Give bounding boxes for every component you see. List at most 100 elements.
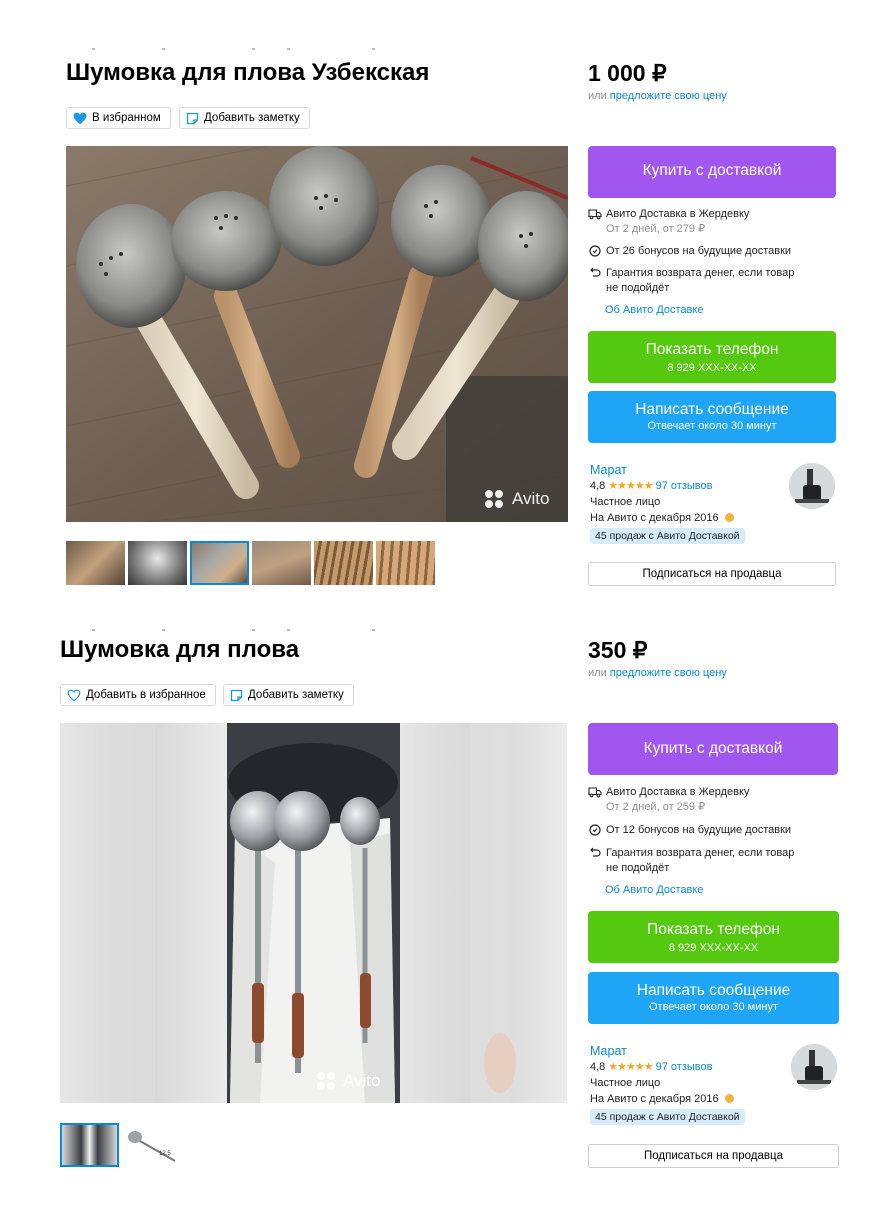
truck-icon xyxy=(588,209,602,220)
bonus-icon xyxy=(589,245,601,257)
offer-price: или предложите свою цену xyxy=(588,90,727,102)
show-phone-button[interactable]: Показать телефон 8 929 XXX-XX-XX xyxy=(588,331,836,383)
add-note-label: Добавить заметку xyxy=(204,112,300,124)
seller-since-row: На Авито с декабря 2016 xyxy=(590,510,785,526)
favorite-label: Добавить в избранное xyxy=(86,689,206,701)
seller-info: Марат 4,8 ★★★★★ 97 отзывов Частное лицо На… xyxy=(590,462,785,544)
bonus-text: От 12 бонусов на будущие доставки xyxy=(606,824,792,836)
add-note-button[interactable]: Добавить заметку xyxy=(179,107,310,129)
about-delivery-link[interactable]: Об Авито Доставке xyxy=(605,884,703,896)
bonus-text: От 26 бонусов на будущие доставки xyxy=(606,245,792,257)
rating-value: 4,8 xyxy=(590,480,606,492)
phone-number: 8 929 XXX-XX-XX xyxy=(667,362,757,374)
main-photo[interactable]: Avito xyxy=(66,146,568,522)
show-phone-label: Показать телефон xyxy=(647,921,780,938)
guarantee-line-2: не подойдёт xyxy=(606,862,670,874)
listing-2: Шумовка для плова Добавить в избранное Д… xyxy=(0,600,873,1227)
guarantee-line-1: Гарантия возврата денег, если товар xyxy=(606,267,795,279)
rating-value: 4,8 xyxy=(590,1061,606,1073)
truck-icon xyxy=(588,787,602,798)
thumbnail-caption: 12.5 xyxy=(159,1151,171,1157)
bonus-info: От 26 бонусов на будущие доставки xyxy=(588,244,836,260)
delivery-title: Авито Доставка в Жердевку xyxy=(606,208,750,220)
guarantee-line-1: Гарантия возврата денег, если товар xyxy=(606,847,795,859)
buy-label: Купить с доставкой xyxy=(642,162,782,179)
buy-with-delivery-button[interactable]: Купить с доставкой xyxy=(588,723,838,775)
heart-outline-icon xyxy=(67,689,81,701)
about-delivery-link[interactable]: Об Авито Доставке xyxy=(605,304,703,316)
thumbnail-strip: 12.5 xyxy=(60,1123,182,1167)
seller-avatar[interactable] xyxy=(789,463,835,509)
thumbnail-4[interactable] xyxy=(252,541,311,585)
seller-name[interactable]: Марат xyxy=(590,462,785,478)
seller-since: На Авито с декабря 2016 xyxy=(590,512,719,524)
return-icon xyxy=(590,847,601,857)
bonus-icon xyxy=(589,824,601,836)
breadcrumb xyxy=(92,629,382,632)
thumbnail-1[interactable] xyxy=(66,541,125,585)
favorite-button[interactable]: В избранном xyxy=(66,107,171,129)
delivery-info: Авито Доставка в Жердевку От 2 дней, от … xyxy=(588,207,836,237)
add-note-button[interactable]: Добавить заметку xyxy=(223,684,354,706)
avito-watermark: Avito xyxy=(512,489,550,508)
seller-avatar[interactable] xyxy=(791,1044,837,1090)
seller-rating-row: 4,8 ★★★★★ 97 отзывов xyxy=(590,478,785,494)
thumbnail-2[interactable] xyxy=(128,541,187,585)
thumbnail-6[interactable] xyxy=(376,541,435,585)
delivery-subtitle: От 2 дней, от 279 ₽ xyxy=(606,223,706,235)
buy-label: Купить с доставкой xyxy=(643,740,783,757)
page-title: Шумовка для плова Узбекская xyxy=(66,59,430,86)
price: 350 ₽ xyxy=(588,637,648,663)
write-message-label: Написать сообщение xyxy=(635,401,789,418)
write-message-button[interactable]: Написать сообщение Отвечает около 30 мин… xyxy=(588,972,839,1024)
medal-icon xyxy=(724,1094,734,1103)
delivery-subtitle: От 2 дней, от 259 ₽ xyxy=(606,801,706,813)
reviews-link[interactable]: 97 отзывов xyxy=(656,480,713,492)
buy-with-delivery-button[interactable]: Купить с доставкой xyxy=(588,146,836,198)
favorite-label: В избранном xyxy=(92,112,161,124)
medal-icon xyxy=(724,513,734,522)
reviews-link[interactable]: 97 отзывов xyxy=(656,1061,713,1073)
page-title: Шумовка для плова xyxy=(60,636,300,663)
thumbnail-5[interactable] xyxy=(314,541,373,585)
offer-price-link[interactable]: предложите свою цену xyxy=(610,667,727,679)
note-icon xyxy=(230,689,243,701)
sales-badge: 45 продаж с Авито Доставкой xyxy=(590,1109,745,1125)
write-message-button[interactable]: Написать сообщение Отвечает около 30 мин… xyxy=(588,391,836,443)
bonus-info: От 12 бонусов на будущие доставки xyxy=(588,823,836,839)
seller-since-row: На Авито с декабря 2016 xyxy=(590,1091,785,1107)
phone-number: 8 929 XXX-XX-XX xyxy=(668,942,759,954)
favorite-button[interactable]: Добавить в избранное xyxy=(60,684,216,706)
thumbnail-3[interactable] xyxy=(190,541,249,585)
seller-type: Частное лицо xyxy=(590,1077,661,1089)
note-icon xyxy=(186,112,199,124)
sidebar: Купить с доставкой Авито Доставка в Жерд… xyxy=(588,723,840,1183)
rating-stars: ★★★★★ xyxy=(608,1061,653,1073)
seller-name[interactable]: Марат xyxy=(590,1043,785,1059)
heart-icon xyxy=(73,112,87,124)
sidebar: Купить с доставкой Авито Доставка в Жерд… xyxy=(588,146,838,596)
subscribe-seller-button[interactable]: Подписаться на продавца xyxy=(588,1144,839,1168)
subscribe-seller-button[interactable]: Подписаться на продавца xyxy=(588,562,836,586)
write-message-label: Написать сообщение xyxy=(636,982,791,999)
offer-prefix: или xyxy=(588,90,607,102)
main-photo[interactable]: Avito xyxy=(60,723,567,1103)
show-phone-label: Показать телефон xyxy=(645,341,779,358)
thumbnail-2[interactable]: 12.5 xyxy=(123,1123,182,1167)
guarantee-info: Гарантия возврата денег, если товар не п… xyxy=(588,846,836,876)
breadcrumb xyxy=(92,48,382,51)
offer-price-link[interactable]: предложите свою цену xyxy=(610,90,727,102)
seller-since: На Авито с декабря 2016 xyxy=(590,1093,719,1105)
rating-stars: ★★★★★ xyxy=(608,480,653,492)
avito-watermark: Avito xyxy=(343,1071,381,1090)
offer-prefix: или xyxy=(588,667,607,679)
add-note-label: Добавить заметку xyxy=(248,689,344,701)
seller-type: Частное лицо xyxy=(590,496,661,508)
guarantee-line-2: не подойдёт xyxy=(606,282,670,294)
delivery-info: Авито Доставка в Жердевку От 2 дней, от … xyxy=(588,785,836,815)
price: 1 000 ₽ xyxy=(588,60,667,86)
seller-rating-row: 4,8 ★★★★★ 97 отзывов xyxy=(590,1059,785,1075)
response-time: Отвечает около 30 минут xyxy=(648,1001,779,1013)
show-phone-button[interactable]: Показать телефон 8 929 XXX-XX-XX xyxy=(588,911,839,963)
thumbnail-1[interactable] xyxy=(60,1123,119,1167)
